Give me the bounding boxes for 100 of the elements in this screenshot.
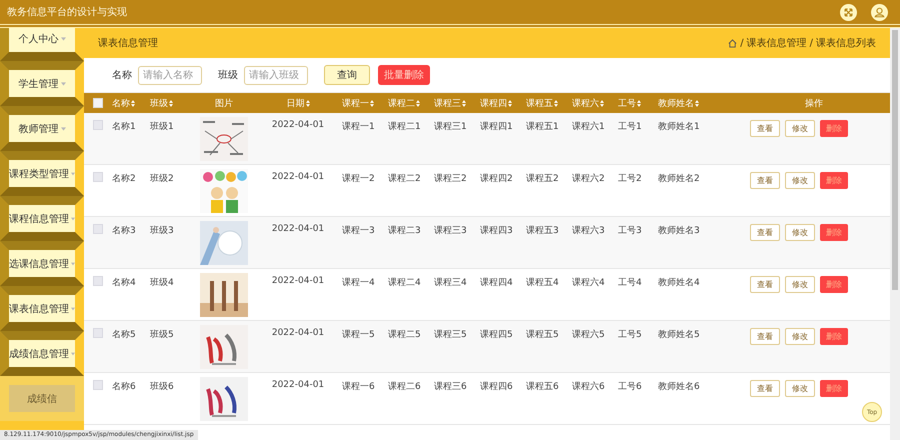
- view-button[interactable]: 查看: [750, 276, 780, 293]
- sort-icon[interactable]: [169, 100, 173, 106]
- table-cell-text: 课程六3: [572, 224, 605, 237]
- page-title: 课表信息管理: [98, 36, 158, 50]
- column-header[interactable]: 课程一: [342, 96, 369, 110]
- table-cell-text: 班级4: [150, 276, 174, 289]
- table-cell-text: 班级1: [150, 120, 174, 133]
- column-header[interactable]: 课程六: [572, 96, 599, 110]
- home-icon[interactable]: [728, 38, 738, 48]
- table-cell-text: 课程四4: [480, 276, 513, 289]
- sort-icon[interactable]: [508, 100, 512, 106]
- sort-icon[interactable]: [462, 100, 466, 106]
- breadcrumb-separator: /: [810, 38, 813, 48]
- sort-icon[interactable]: [131, 100, 135, 106]
- sort-icon[interactable]: [600, 100, 604, 106]
- caret-icon: [60, 82, 66, 86]
- view-button[interactable]: 查看: [750, 172, 780, 189]
- table-cell-text: 课程二2: [388, 172, 421, 185]
- table-cell-text: 名称2: [112, 172, 136, 185]
- table-cell-text: 课程二5: [388, 328, 421, 341]
- search-field[interactable]: 请输入名称: [138, 66, 202, 84]
- breadcrumb-link[interactable]: 课表信息管理: [746, 36, 807, 50]
- caret-icon: [71, 262, 75, 266]
- column-header[interactable]: 课程二: [388, 96, 415, 110]
- table-cell-text: 课程三2: [434, 172, 467, 185]
- table-cell-text: 课程二6: [388, 380, 421, 393]
- column-header[interactable]: 名称: [112, 96, 130, 110]
- view-button[interactable]: 查看: [750, 224, 780, 241]
- column-header[interactable]: 课程三: [434, 96, 461, 110]
- row-checkbox[interactable]: [93, 328, 103, 338]
- sidebar-item[interactable]: 成绩信息管理: [0, 331, 84, 376]
- view-button[interactable]: 查看: [750, 328, 780, 345]
- select-all-checkbox[interactable]: [93, 98, 103, 108]
- table-cell-text: 班级6: [150, 380, 174, 393]
- table-cell-text: 课程二3: [388, 224, 421, 237]
- edit-button[interactable]: 修改: [785, 224, 815, 241]
- table-cell-text: 班级2: [150, 172, 174, 185]
- edit-button[interactable]: 修改: [785, 380, 815, 397]
- sort-icon[interactable]: [554, 100, 558, 106]
- sidebar-item[interactable]: 课程信息管理: [0, 196, 84, 241]
- table-cell-text: 班级3: [150, 224, 174, 237]
- table-cell-text: 课程六2: [572, 172, 605, 185]
- caret-icon: [60, 36, 66, 40]
- sort-icon[interactable]: [306, 100, 310, 106]
- app-title: 教务信息平台的设计与实现: [7, 6, 127, 19]
- row-checkbox[interactable]: [93, 380, 103, 390]
- sidebar-item[interactable]: 课程类型管理: [0, 151, 84, 196]
- table-cell-text: 课程一6: [342, 380, 375, 393]
- table-cell-text: 教师姓名6: [658, 380, 700, 393]
- table-cell-text: 工号5: [618, 329, 642, 341]
- fullscreen-icon[interactable]: [840, 4, 857, 20]
- batch-delete-button[interactable]: 批量删除: [378, 65, 430, 85]
- edit-button[interactable]: 修改: [785, 328, 815, 345]
- sidebar-item[interactable]: 课表信息管理: [0, 286, 84, 331]
- table-cell-text: 课程一2: [342, 172, 375, 185]
- table-cell-text: 名称5: [112, 328, 136, 341]
- column-header[interactable]: 班级: [150, 96, 168, 110]
- caret-icon: [71, 216, 75, 220]
- user-icon[interactable]: [871, 4, 888, 20]
- row-checkbox[interactable]: [93, 276, 103, 286]
- sidebar-item[interactable]: 学生管理: [0, 61, 84, 106]
- column-header: 操作: [805, 98, 823, 110]
- column-header[interactable]: 工号: [618, 96, 636, 110]
- table-cell-text: 课程五4: [526, 276, 559, 289]
- column-header[interactable]: 课程四: [480, 96, 507, 110]
- table-cell-text: 名称1: [112, 120, 136, 133]
- scrollbar[interactable]: [890, 28, 900, 440]
- sidebar-item[interactable]: 教师管理: [0, 106, 84, 151]
- sidebar-item[interactable]: 成绩信: [0, 376, 84, 421]
- row-checkbox[interactable]: [93, 172, 103, 182]
- table-cell-text: 课程五1: [526, 120, 559, 133]
- sort-icon[interactable]: [416, 100, 420, 106]
- row-checkbox[interactable]: [93, 120, 103, 130]
- sidebar-item[interactable]: 选课信息管理: [0, 241, 84, 286]
- table-cell-text: 课程三1: [434, 120, 467, 133]
- breadcrumb-link[interactable]: 课表信息列表: [816, 36, 876, 50]
- table-cell-text: 课程五6: [526, 380, 559, 393]
- table-cell-text: 课程六1: [572, 120, 605, 133]
- view-button[interactable]: 查看: [750, 120, 780, 137]
- table-cell-text: 名称3: [112, 224, 136, 237]
- sort-icon[interactable]: [370, 100, 374, 106]
- column-header[interactable]: 课程五: [526, 96, 553, 110]
- caret-icon: [60, 126, 66, 130]
- table-cell-text: 教师姓名3: [658, 224, 700, 237]
- edit-button[interactable]: 修改: [785, 172, 815, 189]
- table-cell-text: 课程五3: [526, 224, 559, 237]
- row-checkbox[interactable]: [93, 224, 103, 234]
- sort-icon[interactable]: [695, 100, 699, 106]
- table-cell: 2022-04-01: [272, 380, 324, 390]
- table-cell-text: 教师姓名4: [658, 276, 700, 289]
- column-header[interactable]: 日期: [286, 96, 304, 110]
- view-button[interactable]: 查看: [750, 380, 780, 397]
- column-header[interactable]: 教师姓名: [658, 96, 694, 110]
- sidebar-item[interactable]: 个人中心: [0, 28, 84, 61]
- sort-icon[interactable]: [637, 100, 641, 106]
- search-field[interactable]: 请输入班级: [244, 66, 308, 84]
- edit-button[interactable]: 修改: [785, 120, 815, 137]
- query-button[interactable]: 查询: [324, 65, 370, 85]
- table-cell-text: 课程六4: [572, 276, 605, 289]
- edit-button[interactable]: 修改: [785, 276, 815, 293]
